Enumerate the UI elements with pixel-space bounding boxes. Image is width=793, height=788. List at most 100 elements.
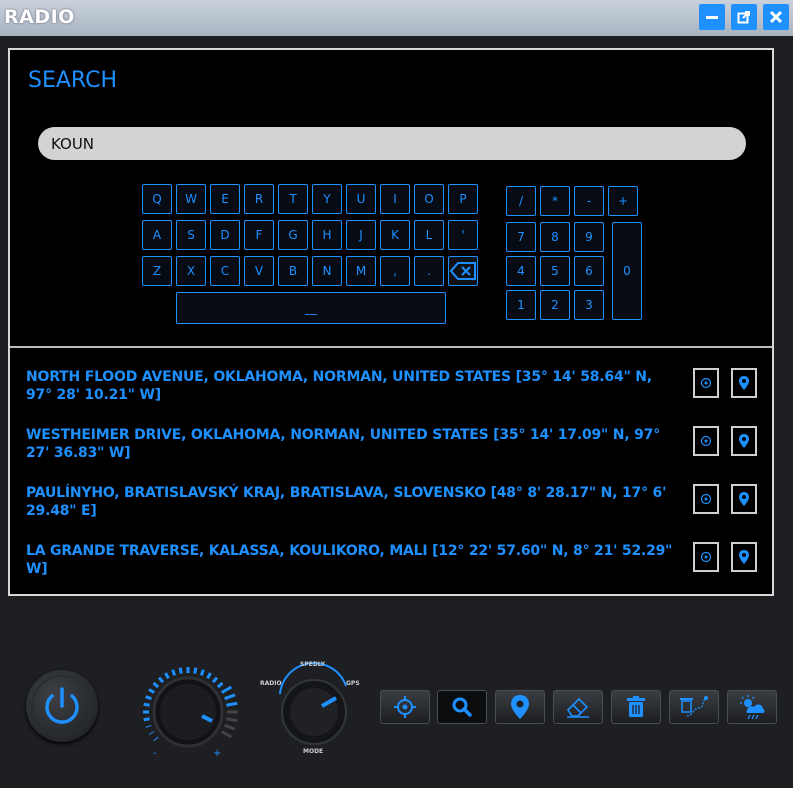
power-button[interactable] [26, 670, 98, 742]
key-z[interactable]: Z [142, 256, 172, 286]
minimize-icon [706, 16, 718, 19]
target-icon [700, 551, 712, 563]
numpad-key-9[interactable]: 9 [574, 222, 604, 252]
numpad-key-6[interactable]: 6 [574, 256, 604, 286]
key-o[interactable]: O [414, 184, 444, 214]
numpad-key-2[interactable]: 2 [540, 290, 570, 320]
key-h[interactable]: H [312, 220, 342, 250]
mode-radio-label: RADIO [260, 680, 282, 687]
key-r[interactable]: R [244, 184, 274, 214]
pin-button[interactable] [495, 690, 545, 724]
result-item[interactable]: NORTH FLOOD AVENUE, OKLAHOMA, NORMAN, UN… [26, 368, 681, 404]
result-target-button[interactable] [693, 542, 719, 572]
eraser-button[interactable] [553, 690, 603, 724]
mode-gps-label: GPS [346, 680, 360, 687]
numpad-key-multiply[interactable]: * [540, 186, 570, 216]
search-input[interactable] [38, 127, 746, 160]
map-pin-icon [739, 492, 749, 506]
key-g[interactable]: G [278, 220, 308, 250]
result-item[interactable]: LA GRANDE TRAVERSE, KALASSA, KOULIKORO, … [26, 542, 681, 578]
minimize-button[interactable] [699, 4, 725, 30]
key-k[interactable]: K [380, 220, 410, 250]
map-pin-icon [739, 434, 749, 448]
mode-speedy-label: SPEDLY [300, 661, 326, 668]
key-l[interactable]: L [414, 220, 444, 250]
key-period[interactable]: . [414, 256, 444, 286]
key-j[interactable]: J [346, 220, 376, 250]
target-button[interactable] [380, 690, 430, 724]
mode-knob[interactable]: RADIO SPEDLY GPS MODE [258, 660, 368, 756]
map-pin-icon [511, 695, 529, 719]
numpad-key-8[interactable]: 8 [540, 222, 570, 252]
divider [10, 346, 772, 348]
key-apostrophe[interactable]: ' [448, 220, 478, 250]
result-pin-button[interactable] [731, 542, 757, 572]
volume-plus-label: + [213, 748, 222, 759]
power-icon [31, 675, 93, 737]
numpad-key-divide[interactable]: / [506, 186, 536, 216]
key-i[interactable]: I [380, 184, 410, 214]
numpad-key-5[interactable]: 5 [540, 256, 570, 286]
delete-route-button[interactable] [669, 690, 719, 724]
result-pin-button[interactable] [731, 426, 757, 456]
close-button[interactable] [763, 4, 789, 30]
numpad-key-4[interactable]: 4 [506, 256, 536, 286]
mode-label: MODE [303, 748, 324, 755]
key-n[interactable]: N [312, 256, 342, 286]
key-t[interactable]: T [278, 184, 308, 214]
key-u[interactable]: U [346, 184, 376, 214]
result-target-button[interactable] [693, 484, 719, 514]
backspace-key[interactable] [448, 256, 478, 286]
numpad-key-1[interactable]: 1 [506, 290, 536, 320]
numpad-key-7[interactable]: 7 [506, 222, 536, 252]
volume-minus-label: - [153, 748, 157, 759]
map-pin-icon [739, 550, 749, 564]
result-pin-button[interactable] [731, 484, 757, 514]
result-target-button[interactable] [693, 426, 719, 456]
target-icon [700, 435, 712, 447]
key-v[interactable]: V [244, 256, 274, 286]
search-title: SEARCH [28, 68, 118, 93]
key-d[interactable]: D [210, 220, 240, 250]
search-button[interactable] [437, 690, 487, 724]
space-key[interactable]: __ [176, 292, 446, 324]
key-a[interactable]: A [142, 220, 172, 250]
numpad-key-plus[interactable]: + [608, 186, 638, 216]
key-f[interactable]: F [244, 220, 274, 250]
key-s[interactable]: S [176, 220, 206, 250]
key-w[interactable]: W [176, 184, 206, 214]
volume-dial-icon [143, 667, 238, 748]
result-item[interactable]: WESTHEIMER DRIVE, OKLAHOMA, NORMAN, UNIT… [26, 426, 681, 462]
backspace-icon [449, 262, 476, 280]
result-pin-button[interactable] [731, 368, 757, 398]
key-c[interactable]: C [210, 256, 240, 286]
volume-knob[interactable]: - + [136, 660, 240, 764]
close-icon [769, 10, 783, 24]
weather-button[interactable] [727, 690, 777, 724]
key-comma[interactable]: , [380, 256, 410, 286]
key-b[interactable]: B [278, 256, 308, 286]
key-e[interactable]: E [210, 184, 240, 214]
map-pin-icon [739, 376, 749, 390]
result-target-button[interactable] [693, 368, 719, 398]
numpad-key-3[interactable]: 3 [574, 290, 604, 320]
key-x[interactable]: X [176, 256, 206, 286]
title-bar: RADIO [0, 0, 793, 36]
target-icon [700, 493, 712, 505]
route-trash-icon [680, 696, 708, 717]
popout-button[interactable] [731, 4, 757, 30]
delete-button[interactable] [611, 690, 661, 724]
key-q[interactable]: Q [142, 184, 172, 214]
key-p[interactable]: P [448, 184, 478, 214]
popout-icon [737, 11, 750, 24]
numpad-key-0[interactable]: 0 [612, 222, 642, 320]
search-panel: SEARCH QWERTYUIOP ASDFGHJKL' ZXCVBNM,. __ /*… [8, 48, 774, 596]
key-m[interactable]: M [346, 256, 376, 286]
trash-icon [627, 696, 645, 717]
numpad-key-minus[interactable]: - [574, 186, 604, 216]
window-title: RADIO [4, 6, 75, 28]
eraser-icon [566, 697, 589, 718]
key-y[interactable]: Y [312, 184, 342, 214]
result-item[interactable]: PAULÍNYHO, BRATISLAVSKÝ KRAJ, BRATISLAVA… [26, 484, 681, 520]
mode-dial-icon [279, 662, 347, 745]
